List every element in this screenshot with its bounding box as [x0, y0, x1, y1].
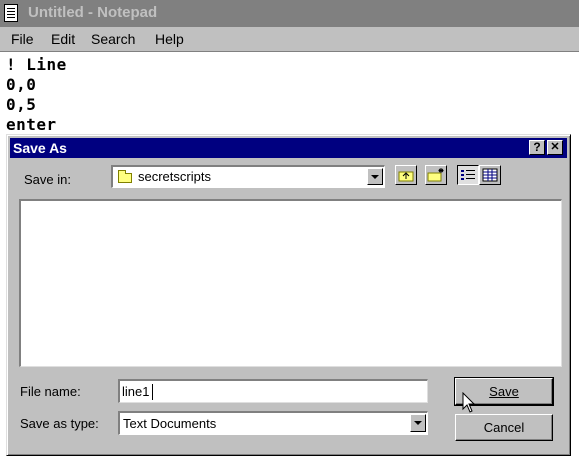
save-as-type-label: Save as type: [20, 416, 99, 432]
menu-edit-label: Edit [51, 31, 76, 47]
file-name-value: line1 [122, 384, 150, 399]
notepad-menu-bar: File Edit Search Help [0, 27, 579, 52]
save-as-dialog: Save As ? ✕ Save in: secretscripts File … [6, 134, 571, 456]
notepad-icon[interactable] [4, 4, 18, 22]
notepad-title-bar[interactable]: Untitled - Notepad [0, 0, 579, 27]
arrow-pointer-icon [462, 392, 476, 413]
save-in-label: Save in: [24, 172, 71, 188]
file-name-label: File name: [20, 384, 81, 400]
chevron-down-icon[interactable] [410, 414, 426, 432]
folder-icon [118, 170, 132, 183]
dialog-title-bar[interactable]: Save As ? ✕ [10, 138, 567, 158]
details-view-button[interactable] [479, 165, 501, 185]
menu-help[interactable]: Help [155, 30, 184, 48]
list-view-button[interactable] [457, 165, 479, 185]
cancel-button[interactable]: Cancel [455, 414, 553, 441]
text-line: enter [6, 115, 57, 134]
save-button-label: Save [489, 384, 519, 399]
notepad-title: Untitled - Notepad [28, 4, 158, 21]
text-line: 0,5 [6, 95, 37, 114]
create-new-folder-button[interactable] [425, 165, 447, 185]
text-line: 0,0 [6, 75, 37, 94]
menu-help-label: Help [155, 31, 184, 47]
text-line: ! Line [6, 55, 67, 74]
file-name-input[interactable]: line1 [118, 379, 428, 403]
list-view-icon [461, 170, 475, 180]
save-as-type-value: Text Documents [123, 416, 217, 431]
dialog-title: Save As [13, 140, 67, 156]
help-glyph: ? [533, 140, 541, 154]
file-name-label-text: File name: [20, 384, 81, 399]
close-icon[interactable]: ✕ [547, 140, 563, 155]
menu-edit[interactable]: Edit [51, 30, 75, 48]
save-in-value: secretscripts [138, 169, 211, 184]
save-as-type-dropdown[interactable]: Text Documents [118, 411, 428, 435]
file-list[interactable] [19, 199, 562, 367]
cancel-button-label: Cancel [483, 420, 525, 435]
chevron-down-icon[interactable] [367, 168, 383, 185]
help-icon[interactable]: ? [529, 140, 545, 155]
details-view-icon [482, 168, 498, 182]
up-one-level-icon [398, 171, 414, 182]
close-glyph: ✕ [550, 141, 560, 153]
up-one-level-button[interactable] [395, 165, 417, 185]
menu-file-label: File [11, 31, 34, 47]
text-caret [152, 384, 153, 400]
save-as-type-label-text: Save as type: [20, 416, 99, 431]
menu-search[interactable]: Search [91, 30, 135, 48]
menu-search-label: Search [91, 31, 136, 47]
create-new-folder-icon [427, 168, 444, 182]
save-in-dropdown[interactable]: secretscripts [111, 165, 385, 188]
menu-file[interactable]: File [11, 30, 34, 48]
save-in-label-text: Save in: [24, 172, 71, 187]
